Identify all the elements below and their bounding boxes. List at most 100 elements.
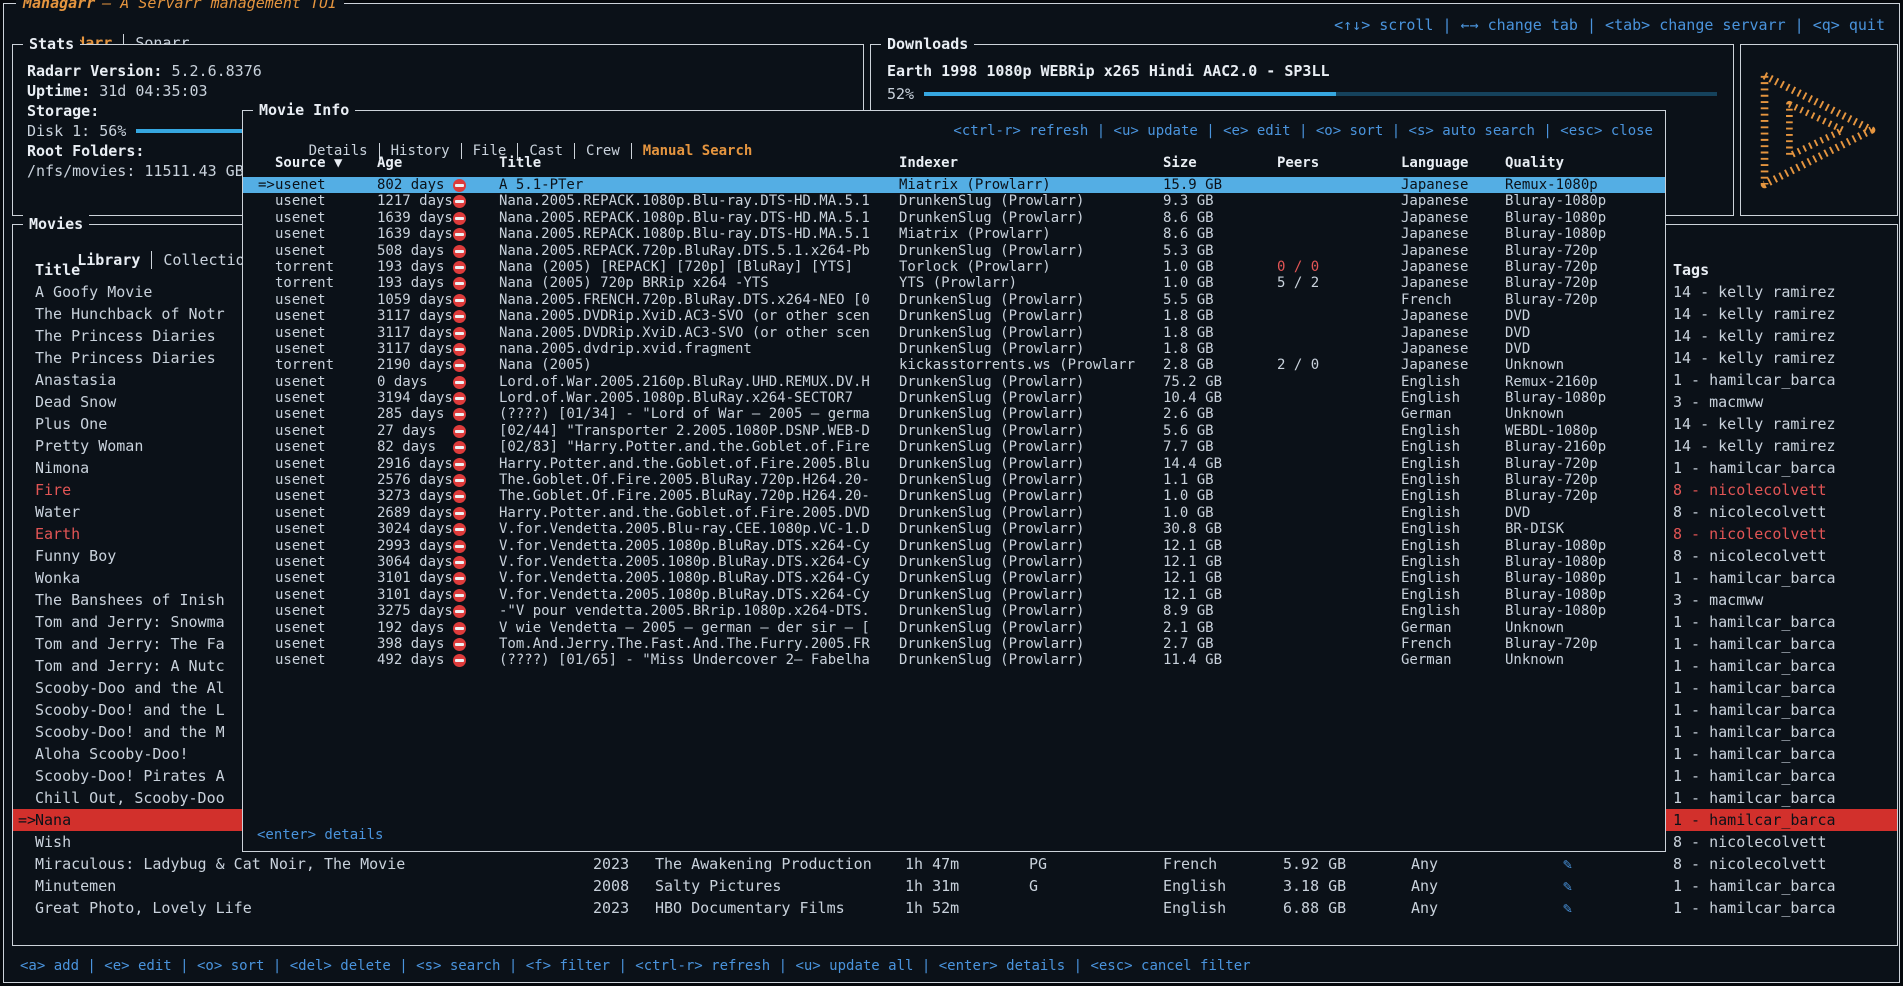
search-result-row[interactable]: usenet 3064 days V.for.Vendetta.2005.108…	[243, 554, 1665, 570]
search-result-row[interactable]: usenet 1059 days Nana.2005.FRENCH.720p.B…	[243, 292, 1665, 308]
search-result-row[interactable]: usenet 1639 days Nana.2005.REPACK.1080p.…	[243, 210, 1665, 226]
movie-title: Scooby-Doo! and the L	[35, 701, 225, 719]
release-quality: BR-DISK	[1505, 521, 1665, 537]
release-rejection-cell	[453, 210, 499, 226]
release-peers: 0 / 0	[1277, 259, 1401, 275]
movie-studio: HBO Documentary Films	[655, 897, 905, 919]
release-source: usenet	[275, 620, 326, 636]
release-source-cell: usenet	[253, 636, 377, 652]
search-result-row[interactable]: usenet 1639 days Nana.2005.REPACK.1080p.…	[243, 226, 1665, 242]
column-header-indexer[interactable]: Indexer	[899, 155, 1163, 171]
release-rejection-cell	[453, 423, 499, 439]
search-result-row[interactable]: usenet 3273 days The.Goblet.Of.Fire.2005…	[243, 488, 1665, 504]
column-header-release-size[interactable]: Size	[1163, 155, 1277, 171]
release-peers	[1277, 325, 1401, 341]
movie-title: A Goofy Movie	[35, 283, 152, 301]
rejected-icon	[453, 540, 466, 553]
search-result-row[interactable]: usenet 3117 days nana.2005.dvdrip.xvid.f…	[243, 341, 1665, 357]
column-header-source[interactable]: Source ▼	[253, 155, 377, 171]
release-language: Japanese	[1401, 341, 1505, 357]
release-title: (????) [01/65] - "Miss Undercover 2– Fab…	[499, 652, 899, 668]
search-result-row[interactable]: usenet 3194 days Lord.of.War.2005.1080p.…	[243, 390, 1665, 406]
search-result-row[interactable]: usenet 3275 days -"V pour vendetta.2005.…	[243, 603, 1665, 619]
search-result-row[interactable]: usenet 3117 days Nana.2005.DVDRip.XviD.A…	[243, 308, 1665, 324]
release-size: 5.5 GB	[1163, 292, 1277, 308]
search-result-row[interactable]: usenet 192 days V wie Vendetta – 2005 – …	[243, 620, 1665, 636]
search-result-row[interactable]: usenet 508 days Nana.2005.REPACK.720p.Bl…	[243, 243, 1665, 259]
release-age: 2689 days	[377, 505, 453, 521]
release-language: English	[1401, 570, 1505, 586]
search-result-row[interactable]: usenet 2576 days The.Goblet.Of.Fire.2005…	[243, 472, 1665, 488]
release-language: Japanese	[1401, 325, 1505, 341]
search-result-row[interactable]: usenet 398 days Tom.And.Jerry.The.Fast.A…	[243, 636, 1665, 652]
release-peers	[1277, 193, 1401, 209]
release-quality: WEBDL-1080p	[1505, 423, 1665, 439]
release-size: 8.6 GB	[1163, 226, 1277, 242]
column-header-peers[interactable]: Peers	[1277, 155, 1401, 171]
column-header-release-language[interactable]: Language	[1401, 155, 1505, 171]
search-result-row[interactable]: usenet 3024 days V.for.Vendetta.2005.Blu…	[243, 521, 1665, 537]
movie-title: Water	[35, 503, 80, 521]
release-rejection-cell	[453, 587, 499, 603]
app-window: Managarr– A Servarr management TUI Radar…	[3, 3, 1900, 983]
search-result-row[interactable]: usenet 2689 days Harry.Potter.and.the.Go…	[243, 505, 1665, 521]
column-header-age[interactable]: Age	[377, 155, 453, 171]
global-keybindings: <↑↓> scroll | ←→ change tab | <tab> chan…	[1334, 16, 1885, 34]
search-result-row[interactable]: usenet 3101 days V.for.Vendetta.2005.108…	[243, 587, 1665, 603]
search-result-row[interactable]: torrent 193 days Nana (2005) 720p BRRip …	[243, 275, 1665, 291]
release-size: 8.9 GB	[1163, 603, 1277, 619]
search-result-row[interactable]: usenet 285 days (????) [01/34] - "Lord o…	[243, 406, 1665, 422]
rejected-icon	[453, 425, 466, 438]
release-title: Lord.of.War.2005.1080p.BluRay.x264-SECTO…	[499, 390, 899, 406]
release-rejection-cell	[453, 259, 499, 275]
movie-studio: Salty Pictures	[655, 875, 905, 897]
release-indexer: DrunkenSlug (Prowlarr)	[899, 587, 1163, 603]
release-peers	[1277, 505, 1401, 521]
search-result-row[interactable]: usenet 492 days (????) [01/65] - "Miss U…	[243, 652, 1665, 668]
search-result-row[interactable]: usenet 2916 days Harry.Potter.and.the.Go…	[243, 456, 1665, 472]
release-rejection-cell	[453, 193, 499, 209]
release-title: V.for.Vendetta.2005.1080p.BluRay.DTS.x26…	[499, 570, 899, 586]
movie-row[interactable]: Minutemen 2008 Salty Pictures 1h 31m G E…	[13, 875, 1897, 897]
search-result-row[interactable]: usenet 3117 days Nana.2005.DVDRip.XviD.A…	[243, 325, 1665, 341]
search-results-table: =>usenet 802 days A 5.1-PTer Miatrix (Pr…	[243, 177, 1665, 669]
search-result-row[interactable]: usenet 0 days Lord.of.War.2005.2160p.Blu…	[243, 374, 1665, 390]
release-language: English	[1401, 587, 1505, 603]
release-source-cell: usenet	[253, 505, 377, 521]
search-result-row[interactable]: =>usenet 802 days A 5.1-PTer Miatrix (Pr…	[243, 177, 1665, 193]
search-result-row[interactable]: usenet 1217 days Nana.2005.REPACK.1080p.…	[243, 193, 1665, 209]
release-size: 1.0 GB	[1163, 505, 1277, 521]
movie-language: French	[1163, 853, 1283, 875]
rejected-icon	[453, 294, 466, 307]
rejected-icon	[453, 572, 466, 585]
movie-row[interactable]: Great Photo, Lovely Life 2023 HBO Docume…	[13, 897, 1897, 919]
release-peers	[1277, 488, 1401, 504]
release-source-cell: usenet	[253, 620, 377, 636]
search-result-row[interactable]: usenet 3101 days V.for.Vendetta.2005.108…	[243, 570, 1665, 586]
release-language: English	[1401, 374, 1505, 390]
release-rejection-cell	[453, 226, 499, 242]
column-header-release-title[interactable]: Title	[499, 155, 899, 171]
release-quality: Bluray-720p	[1505, 275, 1665, 291]
release-language: Japanese	[1401, 275, 1505, 291]
search-result-row[interactable]: torrent 193 days Nana (2005) [REPACK] [7…	[243, 259, 1665, 275]
search-result-row[interactable]: usenet 82 days [02/83] "Harry.Potter.and…	[243, 439, 1665, 455]
movie-title: Aloha Scooby-Doo!	[35, 745, 189, 763]
search-result-row[interactable]: torrent 2190 days Nana (2005) kickasstor…	[243, 357, 1665, 373]
release-rejection-cell	[453, 620, 499, 636]
release-rejection-cell	[453, 341, 499, 357]
movie-title: Anastasia	[35, 371, 116, 389]
release-title: [02/44] "Transporter 2.2005.1080P.DSNP.W…	[499, 423, 899, 439]
rejected-icon	[453, 359, 466, 372]
movie-row[interactable]: Miraculous: Ladybug & Cat Noir, The Movi…	[13, 853, 1897, 875]
search-result-row[interactable]: usenet 2993 days V.for.Vendetta.2005.108…	[243, 538, 1665, 554]
search-result-row[interactable]: usenet 27 days [02/44] "Transporter 2.20…	[243, 423, 1665, 439]
release-size: 12.1 GB	[1163, 554, 1277, 570]
search-table-header: Source ▼ Age Title Indexer Size Peers La…	[243, 155, 1665, 171]
column-header-release-quality[interactable]: Quality	[1505, 155, 1665, 171]
release-indexer: DrunkenSlug (Prowlarr)	[899, 652, 1163, 668]
release-source-cell: usenet	[253, 292, 377, 308]
rejected-icon	[453, 212, 466, 225]
movie-title: The Princess Diaries	[35, 327, 216, 345]
version-label: Radarr Version:	[27, 61, 162, 81]
